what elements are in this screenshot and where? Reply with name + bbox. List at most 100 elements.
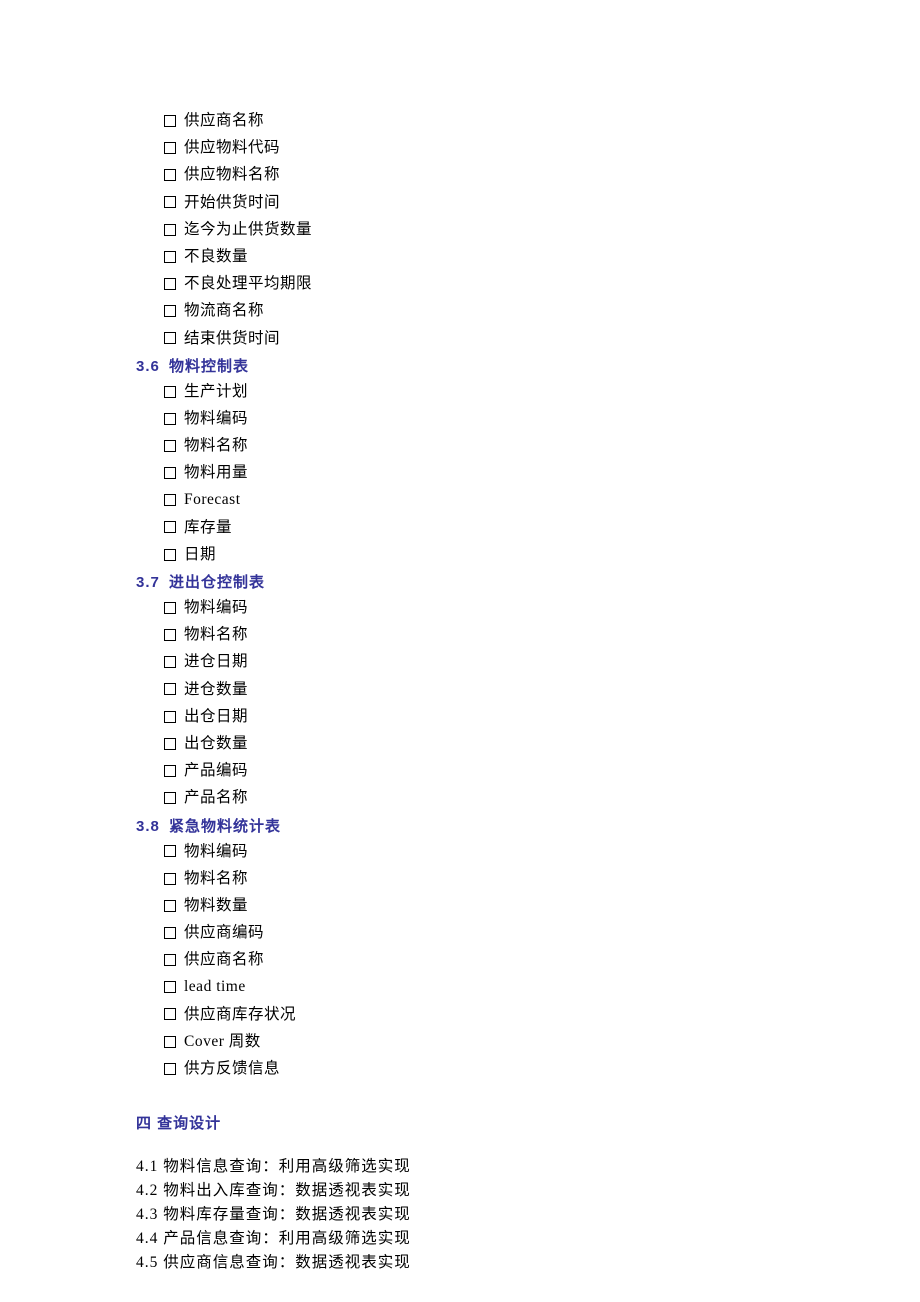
- list-item: 供应物料名称: [164, 164, 920, 186]
- list-item-label: 物料编码: [184, 841, 248, 863]
- list-item-label: 库存量: [184, 517, 232, 539]
- list-item-label: 出仓日期: [184, 706, 248, 728]
- list-item-label: 物料名称: [184, 868, 248, 890]
- list-item-label: 物料名称: [184, 435, 248, 457]
- query-line: 4.5 供应商信息查询：数据透视表实现: [136, 1251, 920, 1275]
- heading-title: 进出仓控制表: [169, 574, 265, 591]
- heading-3-8: 3.8 紧急物料统计表: [136, 815, 920, 836]
- checkbox-icon: [164, 494, 176, 506]
- list-item: 迄今为止供货数量: [164, 219, 920, 241]
- checkbox-icon: [164, 549, 176, 561]
- list-item: 物料数量: [164, 895, 920, 917]
- checkbox-icon: [164, 981, 176, 993]
- section-3-6-list: 生产计划物料编码物料名称物料用量 Forecast 库存量日期: [150, 381, 920, 566]
- heading-title: 紧急物料统计表: [169, 818, 281, 835]
- list-item: 不良处理平均期限: [164, 273, 920, 295]
- list-item: 物料用量: [164, 462, 920, 484]
- list-item-label: 产品编码: [184, 760, 248, 782]
- list-item: 日期: [164, 544, 920, 566]
- list-item-label: 供应商库存状况: [184, 1004, 296, 1026]
- checkbox-icon: [164, 900, 176, 912]
- list-item-label: 物流商名称: [184, 300, 264, 322]
- list-item-label: 不良处理平均期限: [184, 273, 312, 295]
- list-item-label: lead time: [184, 976, 246, 998]
- list-item: Cover 周数: [164, 1031, 920, 1053]
- checkbox-icon: [164, 1008, 176, 1020]
- list-item-label: 供应物料代码: [184, 137, 280, 159]
- list-item-label: 不良数量: [184, 246, 248, 268]
- list-item-label: 供应商名称: [184, 110, 264, 132]
- list-item: 出仓数量: [164, 733, 920, 755]
- list-item: 物料编码: [164, 841, 920, 863]
- checkbox-icon: [164, 765, 176, 777]
- list-item-label: Forecast: [184, 489, 241, 511]
- list-item: 进仓数量: [164, 679, 920, 701]
- list-item: 物料编码: [164, 408, 920, 430]
- checkbox-icon: [164, 711, 176, 723]
- list-item-label: 供应商编码: [184, 922, 264, 944]
- list-item: 供应商名称: [164, 110, 920, 132]
- list-item: 物料名称: [164, 435, 920, 457]
- list-item-label: 供应物料名称: [184, 164, 280, 186]
- list-item: 生产计划: [164, 381, 920, 403]
- list-item: 出仓日期: [164, 706, 920, 728]
- checkbox-icon: [164, 196, 176, 208]
- list-item-label: 进仓日期: [184, 651, 248, 673]
- list-item-label: 产品名称: [184, 787, 248, 809]
- checkbox-icon: [164, 115, 176, 127]
- checkbox-icon: [164, 602, 176, 614]
- list-item-label: 物料名称: [184, 624, 248, 646]
- query-line: 4.3 物料库存量查询：数据透视表实现: [136, 1203, 920, 1227]
- checkbox-icon: [164, 224, 176, 236]
- list-item-label: 日期: [184, 544, 216, 566]
- list-item: lead time: [164, 976, 920, 998]
- query-line: 4.2 物料出入库查询：数据透视表实现: [136, 1179, 920, 1203]
- section-3-7-list: 物料编码物料名称进仓日期进仓数量出仓日期出仓数量产品编码产品名称: [150, 597, 920, 809]
- list-item: 供应商名称: [164, 949, 920, 971]
- checkbox-icon: [164, 1036, 176, 1048]
- checkbox-icon: [164, 873, 176, 885]
- list-item-label: 进仓数量: [184, 679, 248, 701]
- checkbox-icon: [164, 629, 176, 641]
- list-item: 进仓日期: [164, 651, 920, 673]
- heading-4: 四 查询设计: [136, 1112, 920, 1133]
- checkbox-icon: [164, 927, 176, 939]
- checkbox-icon: [164, 386, 176, 398]
- checkbox-icon: [164, 251, 176, 263]
- checkbox-icon: [164, 1063, 176, 1075]
- checkbox-icon: [164, 738, 176, 750]
- checkbox-icon: [164, 845, 176, 857]
- list-item: 物料名称: [164, 868, 920, 890]
- checkbox-icon: [164, 440, 176, 452]
- list-item: 不良数量: [164, 246, 920, 268]
- list-item: 供方反馈信息: [164, 1058, 920, 1080]
- heading-title: 物料控制表: [169, 358, 249, 375]
- list-item: 开始供货时间: [164, 192, 920, 214]
- list-item-label: 物料编码: [184, 597, 248, 619]
- list-item: Forecast: [164, 489, 920, 511]
- list-item-label: 结束供货时间: [184, 328, 280, 350]
- checkbox-icon: [164, 305, 176, 317]
- checkbox-icon: [164, 332, 176, 344]
- list-item: 供应物料代码: [164, 137, 920, 159]
- list-item-label: 物料用量: [184, 462, 248, 484]
- heading-num: 3.8: [136, 818, 160, 835]
- list-item-label: 开始供货时间: [184, 192, 280, 214]
- list-item: 结束供货时间: [164, 328, 920, 350]
- list-item-label: Cover 周数: [184, 1031, 261, 1053]
- checkbox-icon: [164, 169, 176, 181]
- list-item: 供应商库存状况: [164, 1004, 920, 1026]
- list-item: 物料编码: [164, 597, 920, 619]
- list-item-label: 迄今为止供货数量: [184, 219, 312, 241]
- list-item: 产品编码: [164, 760, 920, 782]
- list-item: 物料名称: [164, 624, 920, 646]
- checkbox-icon: [164, 683, 176, 695]
- checkbox-icon: [164, 142, 176, 154]
- checkbox-icon: [164, 656, 176, 668]
- heading-3-6: 3.6 物料控制表: [136, 355, 920, 376]
- heading-num: 3.6: [136, 358, 160, 375]
- checkbox-icon: [164, 954, 176, 966]
- list-item-label: 出仓数量: [184, 733, 248, 755]
- list-item: 产品名称: [164, 787, 920, 809]
- checkbox-icon: [164, 278, 176, 290]
